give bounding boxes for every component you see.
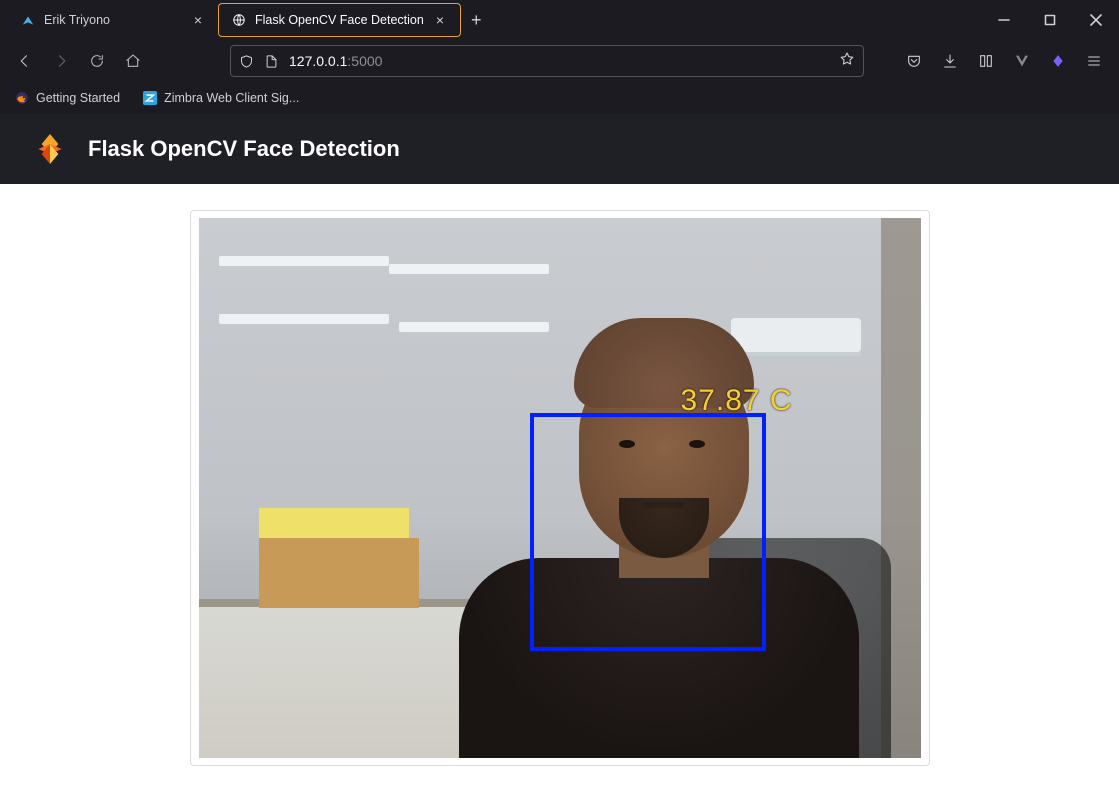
- tab-title: Flask OpenCV Face Detection: [255, 13, 424, 27]
- navigation-toolbar: 127.0.0.1:5000: [0, 40, 1119, 82]
- page-viewport: Flask OpenCV Face Detection: [0, 114, 1119, 789]
- tab-inactive-erik[interactable]: Erik Triyono ×: [8, 3, 218, 37]
- window-close-button[interactable]: [1073, 0, 1119, 40]
- address-bar[interactable]: 127.0.0.1:5000: [230, 45, 864, 77]
- page-title: Flask OpenCV Face Detection: [88, 136, 400, 162]
- extension-diamond-icon[interactable]: [1043, 46, 1073, 76]
- bookmark-label: Zimbra Web Client Sig...: [164, 91, 299, 105]
- tab-title: Erik Triyono: [44, 13, 182, 27]
- tab-strip: Erik Triyono × Flask OpenCV Face Detecti…: [0, 0, 1119, 40]
- bookmark-label: Getting Started: [36, 91, 120, 105]
- zimbra-icon: [142, 90, 158, 106]
- scene-light: [219, 256, 389, 266]
- page-info-icon[interactable]: [264, 54, 279, 69]
- browser-chrome: Erik Triyono × Flask OpenCV Face Detecti…: [0, 0, 1119, 114]
- toolbar-right: [899, 46, 1109, 76]
- tab-close-icon[interactable]: ×: [432, 10, 448, 30]
- app-logo-icon: [30, 129, 70, 169]
- scene-box: [259, 538, 419, 608]
- new-tab-button[interactable]: +: [461, 6, 492, 35]
- url-text: 127.0.0.1:5000: [289, 53, 829, 69]
- extension-v-icon[interactable]: [1007, 46, 1037, 76]
- scene-light: [399, 322, 549, 332]
- firefox-icon: [14, 90, 30, 106]
- video-feed: 37.87 C: [199, 218, 921, 758]
- page-header: Flask OpenCV Face Detection: [0, 114, 1119, 184]
- nav-back-button[interactable]: [10, 46, 40, 76]
- scene-papers: [259, 508, 409, 538]
- window-maximize-button[interactable]: [1027, 0, 1073, 40]
- scene-light: [389, 264, 549, 274]
- video-frame: 37.87 C: [190, 210, 930, 766]
- shield-icon: [239, 54, 254, 69]
- tab-active-flask[interactable]: Flask OpenCV Face Detection ×: [218, 3, 461, 37]
- nav-home-button[interactable]: [118, 46, 148, 76]
- bookmark-getting-started[interactable]: Getting Started: [10, 87, 124, 109]
- nav-reload-button[interactable]: [82, 46, 112, 76]
- pocket-icon[interactable]: [899, 46, 929, 76]
- window-minimize-button[interactable]: [981, 0, 1027, 40]
- downloads-icon[interactable]: [935, 46, 965, 76]
- bookmark-star-icon[interactable]: [839, 51, 855, 72]
- url-port: :5000: [347, 53, 382, 69]
- nav-forward-button[interactable]: [46, 46, 76, 76]
- library-icon[interactable]: [971, 46, 1001, 76]
- bookmarks-bar: Getting Started Zimbra Web Client Sig...: [0, 82, 1119, 114]
- tab-close-icon[interactable]: ×: [190, 10, 206, 30]
- content-area: 37.87 C: [0, 184, 1119, 766]
- bookmark-zimbra[interactable]: Zimbra Web Client Sig...: [138, 87, 303, 109]
- scene-light: [219, 314, 389, 324]
- app-menu-icon[interactable]: [1079, 46, 1109, 76]
- window-controls: [981, 0, 1119, 40]
- temperature-label: 37.87 C: [681, 384, 793, 418]
- face-detection-rect: [530, 413, 766, 651]
- tab-favicon-globe-icon: [231, 12, 247, 28]
- url-host: 127.0.0.1: [289, 53, 347, 69]
- tab-favicon-person-icon: [20, 12, 36, 28]
